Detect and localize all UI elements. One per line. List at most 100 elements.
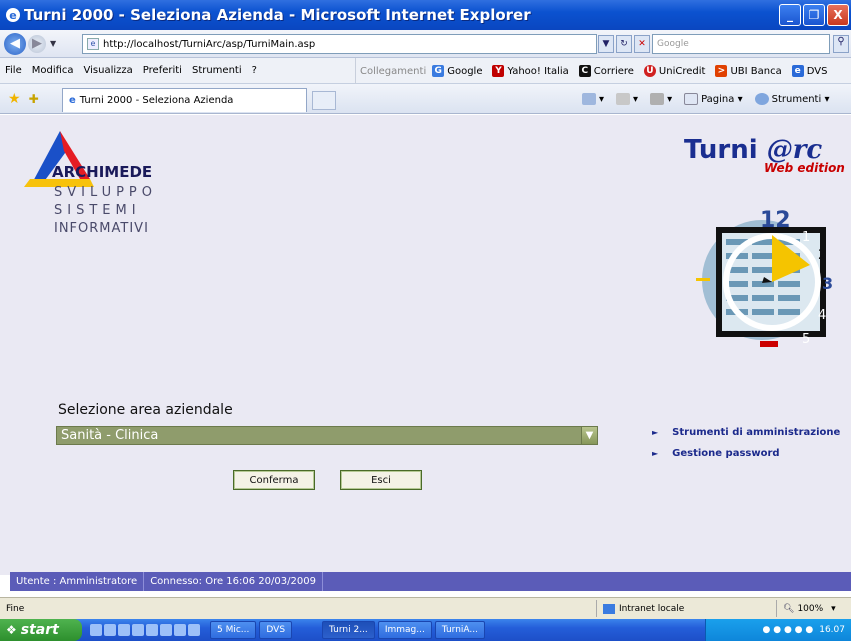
- home-icon: [582, 93, 596, 105]
- url-text: http://localhost/TurniArc/asp/TurniMain.…: [103, 38, 316, 50]
- brand-name: ARCHIMEDE: [52, 163, 153, 181]
- zoom-control[interactable]: 🔍︎ 100% ▾: [776, 600, 836, 617]
- new-tab-button[interactable]: [312, 91, 336, 110]
- zoom-icon: 🔍︎: [783, 603, 795, 614]
- minimize-button[interactable]: _: [779, 4, 801, 26]
- home-button[interactable]: ▾: [582, 93, 604, 105]
- corriere-icon: C: [578, 65, 591, 77]
- quick-launch-icon[interactable]: [90, 624, 102, 636]
- logo-line-2: SISTEMI: [54, 203, 141, 218]
- area-select[interactable]: Sanità - Clinica ▼: [56, 426, 598, 445]
- feeds-button[interactable]: ▾: [616, 93, 638, 105]
- ie-page-icon: e: [791, 65, 804, 77]
- refresh-button[interactable]: ↻: [616, 35, 632, 53]
- windows-taskbar: ❖ start 5 Mic... DVS Turni 2... Immag...…: [0, 619, 851, 641]
- quick-launch-icon[interactable]: [188, 624, 200, 636]
- link-unicredit[interactable]: U UniCredit: [643, 65, 705, 77]
- stop-button[interactable]: ✕: [634, 35, 650, 53]
- menu-visualizza[interactable]: Visualizza: [79, 65, 138, 76]
- clock-number-4: 4: [818, 308, 826, 323]
- exit-button[interactable]: Esci: [340, 470, 422, 490]
- address-input[interactable]: e http://localhost/TurniArc/asp/TurniMai…: [82, 34, 597, 54]
- tools-menu[interactable]: Strumenti ▾: [754, 93, 829, 105]
- print-icon: [650, 93, 665, 105]
- clock-illustration: 12 1 2 3 4 5: [696, 208, 832, 347]
- tray-icons: ● ● ● ● ●: [762, 625, 814, 635]
- window-title: Turni 2000 - Seleziona Azienda - Microso…: [24, 6, 531, 24]
- logo-line-1: SVILUPPO: [54, 185, 158, 200]
- quick-launch: [90, 624, 200, 636]
- archimede-logo: ARCHIMEDE SVILUPPO SISTEMI INFORMATIVI: [20, 129, 170, 239]
- menu-file[interactable]: File: [0, 65, 27, 76]
- page-icon: [684, 93, 699, 105]
- status-text: Fine: [6, 603, 25, 614]
- menu-bar: File Modifica Visualizza Preferiti Strum…: [0, 58, 851, 84]
- system-tray: ● ● ● ● ● 16.07: [705, 619, 851, 641]
- ie-page-icon: e: [69, 95, 76, 106]
- quick-launch-icon[interactable]: [132, 624, 144, 636]
- ie-logo-icon: e: [6, 8, 20, 22]
- arrow-right-icon: ►: [652, 428, 659, 437]
- menu-help[interactable]: ?: [247, 65, 262, 76]
- link-dvs[interactable]: e DVS: [791, 65, 827, 77]
- page-menu[interactable]: Pagina ▾: [684, 93, 743, 105]
- search-icon[interactable]: ⚲: [833, 35, 849, 53]
- menu-modifica[interactable]: Modifica: [27, 65, 79, 76]
- arrow-right-icon: ►: [652, 449, 659, 458]
- security-zone: Intranet locale: [596, 600, 684, 617]
- close-button[interactable]: X: [827, 4, 849, 26]
- address-toolbar: ◀ ▶ ▼ e http://localhost/TurniArc/asp/Tu…: [0, 30, 851, 58]
- address-actions: ▼ ↻ ✕: [598, 35, 650, 53]
- confirm-button[interactable]: Conferma: [233, 470, 315, 490]
- link-yahoo[interactable]: Y Yahoo! Italia: [492, 65, 569, 77]
- taskbar-item-dvs[interactable]: DVS: [259, 621, 293, 639]
- admin-tools-link[interactable]: ► Strumenti di amministrazione: [652, 427, 840, 438]
- tab-bar: ★ ✚ e Turni 2000 - Seleziona Azienda ▾ ▾…: [0, 84, 851, 114]
- google-icon: G: [432, 65, 445, 77]
- quick-launch-icon[interactable]: [118, 624, 130, 636]
- add-favorite-icon[interactable]: ✚: [29, 92, 39, 106]
- quick-launch-icon[interactable]: [146, 624, 158, 636]
- taskbar-item-mic[interactable]: 5 Mic...: [210, 621, 257, 639]
- quick-launch-icon[interactable]: [174, 624, 186, 636]
- command-bar: ▾ ▾ ▾ Pagina ▾ Strumenti ▾: [582, 84, 829, 114]
- page-icon: e: [87, 38, 99, 50]
- link-ubi-banca[interactable]: > UBI Banca: [715, 65, 782, 77]
- tray-clock: 16.07: [819, 625, 845, 635]
- page-content: ARCHIMEDE SVILUPPO SISTEMI INFORMATIVI T…: [0, 115, 851, 591]
- tab-seleziona-azienda[interactable]: e Turni 2000 - Seleziona Azienda: [62, 88, 307, 112]
- favorites-star-icon[interactable]: ★: [8, 91, 21, 107]
- links-toolbar: Collegamenti G Google Y Yahoo! Italia C Cor…: [355, 58, 837, 84]
- menu-strumenti[interactable]: Strumenti: [187, 65, 247, 76]
- back-button[interactable]: ◀: [4, 32, 26, 55]
- connection-status: Connesso: Ore 16:06 20/03/2009: [144, 572, 323, 591]
- clock-number-5: 5: [802, 332, 810, 347]
- taskbar-item-turniarc[interactable]: TurniA...: [434, 621, 485, 639]
- password-management-link[interactable]: ► Gestione password: [652, 448, 780, 459]
- taskbar-item-turni[interactable]: Turni 2...: [322, 621, 375, 639]
- intranet-icon: [603, 603, 615, 614]
- menu-preferiti[interactable]: Preferiti: [138, 65, 187, 76]
- browser-status-bar: Fine Intranet locale 🔍︎ 100% ▾: [0, 597, 851, 619]
- logo-line-3: INFORMATIVI: [54, 221, 149, 236]
- search-input[interactable]: Google: [652, 34, 830, 54]
- chevron-down-icon: ▾: [831, 603, 836, 614]
- address-dropdown-button[interactable]: ▼: [598, 35, 614, 53]
- print-button[interactable]: ▾: [650, 93, 672, 105]
- quick-launch-icon[interactable]: [104, 624, 116, 636]
- quick-launch-icon[interactable]: [160, 624, 172, 636]
- ubi-banca-icon: >: [715, 65, 728, 77]
- start-button[interactable]: ❖ start: [0, 619, 82, 641]
- history-dropdown-icon[interactable]: ▼: [50, 39, 56, 48]
- clock-number-1: 1: [802, 230, 810, 245]
- feeds-icon: [616, 93, 631, 105]
- taskbar-item-immagine[interactable]: Immag...: [377, 621, 432, 639]
- link-google[interactable]: G Google: [432, 65, 482, 77]
- gear-icon: [754, 93, 769, 105]
- chevron-down-icon[interactable]: ▼: [581, 427, 597, 444]
- forward-button[interactable]: ▶: [28, 34, 46, 53]
- link-corriere[interactable]: C Corriere: [578, 65, 634, 77]
- session-status-strip: Utente : Amministratore Connesso: Ore 16…: [10, 572, 851, 591]
- maximize-button[interactable]: ❐: [803, 4, 825, 26]
- clock-number-2: 2: [818, 248, 826, 263]
